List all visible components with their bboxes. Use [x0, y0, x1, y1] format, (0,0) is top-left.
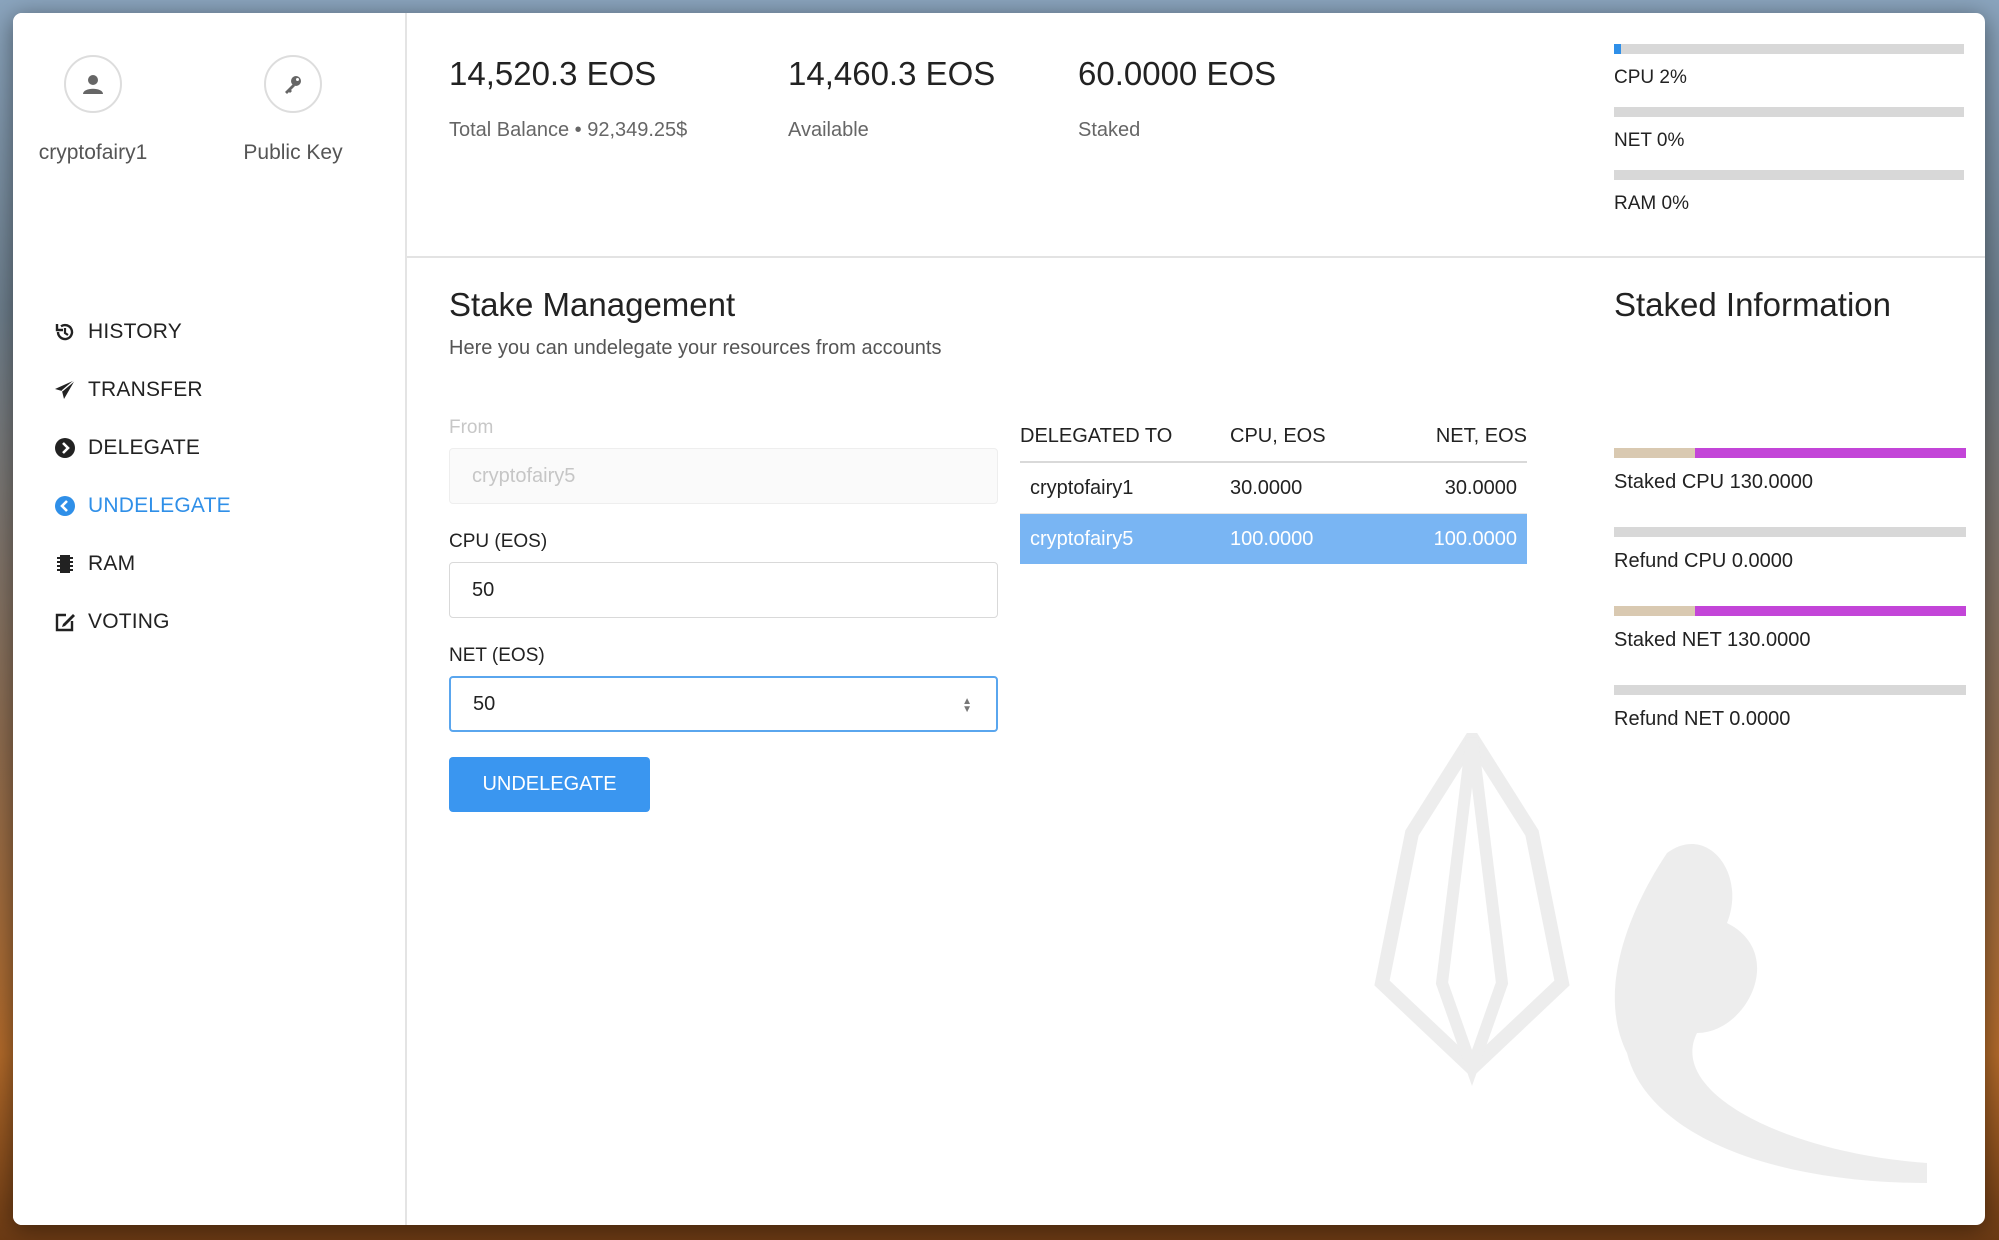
staked-cpu-self-fill [1614, 448, 1695, 458]
staked-information-title: Staked Information [1614, 286, 1891, 323]
total-balance-label: Total Balance • 92,349.25$ [449, 119, 688, 141]
edit-icon [53, 610, 77, 634]
number-spinner[interactable]: ▲ ▼ [962, 697, 972, 715]
nav-transfer-label: TRANSFER [88, 378, 203, 401]
table-header: DELEGATED TO CPU, EOS NET, EOS [1020, 411, 1527, 463]
net-usage-label: NET 0% [1614, 130, 1685, 151]
nav-ram[interactable]: RAM [53, 535, 231, 593]
net-label: NET (EOS) [449, 645, 545, 666]
cpu-usage: CPU 2% [1614, 44, 1964, 89]
chevron-left-circle-icon [53, 494, 77, 518]
staked-value: 60.0000 EOS [1078, 55, 1277, 92]
net-amount-value: 50 [473, 692, 496, 715]
undelegate-button[interactable]: UNDELEGATE [449, 757, 650, 812]
nav-delegate-label: DELEGATE [88, 436, 201, 459]
nav-transfer[interactable]: TRANSFER [53, 361, 231, 419]
table-row[interactable]: cryptofairy1 30.0000 30.0000 [1020, 463, 1527, 514]
public-key-button[interactable]: Public Key [193, 55, 393, 165]
cpu-usage-fill [1614, 44, 1621, 54]
nav-undelegate[interactable]: UNDELEGATE [53, 477, 231, 535]
header-net[interactable]: NET, EOS [1380, 425, 1527, 448]
avatar [64, 55, 122, 113]
public-key-label: Public Key [243, 141, 343, 164]
staked-balance: 60.0000 EOS Staked [1078, 55, 1276, 142]
header-cpu[interactable]: CPU, EOS [1230, 425, 1380, 448]
refund-cpu-bar [1614, 527, 1966, 537]
nav-ram-label: RAM [88, 552, 136, 575]
from-label: From [449, 417, 494, 438]
from-field: cryptofairy5 [449, 448, 998, 504]
chevron-right-circle-icon [53, 436, 77, 460]
staked-net-bar [1614, 606, 1966, 616]
available-balance: 14,460.3 EOS Available [788, 55, 995, 142]
staked-net-delegated-fill [1694, 606, 1966, 616]
row-net: 30.0000 [1444, 476, 1517, 499]
stake-management-title: Stake Management [449, 286, 736, 323]
app-window: cryptofairy1 Public Key HISTORY TRANSFER… [13, 13, 1985, 1225]
delegations-table: DELEGATED TO CPU, EOS NET, EOS cryptofai… [1020, 411, 1527, 564]
nav-delegate[interactable]: DELEGATE [53, 419, 231, 477]
row-cpu: 30.0000 [1230, 476, 1303, 499]
ram-usage: RAM 0% [1614, 170, 1964, 215]
ram-usage-label: RAM 0% [1614, 193, 1689, 214]
total-balance-value: 14,520.3 EOS [449, 55, 657, 92]
net-usage-bar [1614, 107, 1964, 117]
refund-net-bar [1614, 685, 1966, 695]
cpu-amount-input[interactable]: 50 [449, 562, 998, 618]
account-name: cryptofairy1 [38, 141, 148, 164]
cpu-usage-label: CPU 2% [1614, 67, 1687, 88]
nav-voting[interactable]: VOTING [53, 593, 231, 651]
paper-plane-icon [53, 378, 77, 402]
available-value: 14,460.3 EOS [788, 55, 996, 92]
nav-history-label: HISTORY [88, 320, 182, 343]
history-icon [53, 320, 77, 344]
sidebar: cryptofairy1 Public Key HISTORY TRANSFER… [13, 13, 407, 1225]
staked-net-label: Staked NET 130.0000 [1614, 629, 1811, 651]
account-switcher[interactable]: cryptofairy1 [13, 55, 193, 165]
main-nav: HISTORY TRANSFER DELEGATE UNDELEGATE RAM… [53, 303, 231, 651]
staked-cpu-bar [1614, 448, 1966, 458]
table-row-selected[interactable]: cryptofairy5 100.0000 100.0000 [1020, 514, 1527, 564]
available-label: Available [788, 119, 869, 141]
row-cpu: 100.0000 [1230, 527, 1314, 550]
row-account: cryptofairy1 [1030, 476, 1134, 499]
balance-header: 14,520.3 EOS Total Balance • 92,349.25$ … [407, 13, 1985, 258]
refund-net: Refund NET 0.0000 [1614, 685, 1966, 731]
nav-undelegate-label: UNDELEGATE [88, 494, 231, 517]
refund-cpu: Refund CPU 0.0000 [1614, 527, 1966, 573]
refund-net-label: Refund NET 0.0000 [1614, 708, 1791, 730]
staked-cpu: Staked CPU 130.0000 [1614, 448, 1966, 494]
row-account: cryptofairy5 [1030, 527, 1134, 550]
key-icon-circle [264, 55, 322, 113]
chip-icon [53, 552, 77, 576]
key-icon [285, 76, 301, 94]
net-amount-input[interactable]: 50 ▲ ▼ [449, 676, 998, 732]
staked-cpu-label: Staked CPU 130.0000 [1614, 471, 1814, 493]
ram-usage-bar [1614, 170, 1964, 180]
row-net: 100.0000 [1433, 527, 1517, 550]
main-content: 14,520.3 EOS Total Balance • 92,349.25$ … [407, 13, 1985, 1225]
stake-management-subtitle: Here you can undelegate your resources f… [449, 337, 942, 359]
cpu-usage-bar [1614, 44, 1964, 54]
nav-history[interactable]: HISTORY [53, 303, 231, 361]
staked-net-self-fill [1614, 606, 1695, 616]
staked-label: Staked [1078, 119, 1141, 141]
nav-voting-label: VOTING [88, 610, 170, 633]
cpu-label: CPU (EOS) [449, 531, 548, 552]
total-balance: 14,520.3 EOS Total Balance • 92,349.25$ [449, 55, 687, 142]
header-delegated-to[interactable]: DELEGATED TO [1020, 425, 1230, 448]
staked-net: Staked NET 130.0000 [1614, 606, 1966, 652]
net-usage: NET 0% [1614, 107, 1964, 152]
staked-cpu-delegated-fill [1694, 448, 1966, 458]
eos-logo-watermark [1374, 733, 1927, 1183]
refund-cpu-label: Refund CPU 0.0000 [1614, 550, 1794, 572]
user-icon [83, 75, 103, 94]
